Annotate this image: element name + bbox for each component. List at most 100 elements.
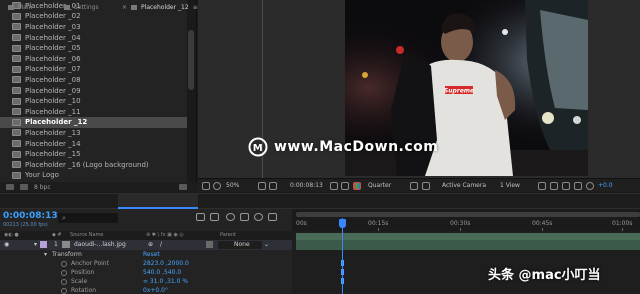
tab-main-label: Main <box>18 4 33 11</box>
project-item[interactable]: Placeholder _03 <box>0 22 187 33</box>
transform-expand-icon[interactable]: ▾ <box>44 251 47 258</box>
interpret-footage-icon[interactable] <box>6 184 14 190</box>
timeline-tab-bar <box>0 193 640 209</box>
snapshot-icon[interactable] <box>330 182 338 190</box>
project-scrollbar[interactable] <box>187 0 196 182</box>
composition-icon <box>12 87 21 95</box>
draft-3d-icon[interactable] <box>210 213 219 221</box>
position-row[interactable]: Position 540.0 ,540.0 <box>0 268 292 277</box>
ruler-tick <box>460 228 461 231</box>
parent-pick-whip-icon[interactable] <box>206 241 213 248</box>
project-item[interactable]: Placeholder _13 <box>0 128 187 139</box>
stopwatch-icon[interactable] <box>61 270 67 276</box>
layer-number: 1 <box>54 241 58 248</box>
chevron-down-icon[interactable]: ⌄ <box>264 241 269 248</box>
layer-label-color[interactable] <box>40 241 47 248</box>
stopwatch-icon[interactable] <box>61 261 67 267</box>
motion-blur-icon[interactable] <box>254 213 263 221</box>
viewer-timecode[interactable]: 0:00:08:13 <box>290 182 323 189</box>
project-item[interactable]: Placeholder _05 <box>0 43 187 54</box>
show-snapshot-icon[interactable] <box>341 182 349 190</box>
timeline-toggle-icon[interactable] <box>562 182 570 190</box>
new-folder-icon[interactable] <box>20 184 28 190</box>
transform-group-row[interactable]: ▾ Transform Reset <box>0 250 292 259</box>
stopwatch-icon[interactable] <box>61 288 67 294</box>
playhead-handle[interactable] <box>339 219 346 228</box>
grid-icon[interactable] <box>269 182 277 190</box>
tab-settings[interactable]: Settings <box>64 4 99 11</box>
resolution-dropdown[interactable]: Quarter <box>368 182 391 189</box>
property-value[interactable]: 2823.0 ,2000.0 <box>143 260 189 267</box>
project-item[interactable]: Placeholder _04 <box>0 32 187 43</box>
rotation-row[interactable]: Rotation 0x+0.0° <box>0 286 292 294</box>
composition-mini-flowchart-icon[interactable] <box>196 213 205 221</box>
trash-icon[interactable] <box>179 184 187 190</box>
property-name: Anchor Point <box>71 260 109 267</box>
scale-row[interactable]: Scale ∞ 31.0 ,31.0 % <box>0 277 292 286</box>
project-item[interactable]: Placeholder _06 <box>0 54 187 65</box>
project-item[interactable]: Placeholder _07 <box>0 64 187 75</box>
work-area-bar[interactable] <box>296 212 640 217</box>
layer-search-input[interactable]: ⌕ <box>58 213 118 223</box>
composition-icon <box>12 129 21 137</box>
label-column-icon: ◆ # <box>52 232 62 238</box>
close-icon[interactable]: × <box>122 4 127 11</box>
project-item[interactable]: Placeholder _09 <box>0 85 187 96</box>
transform-reset-link[interactable]: Reset <box>143 251 160 258</box>
parent-dropdown[interactable]: None <box>234 241 250 248</box>
visibility-icon[interactable]: ◉ <box>4 241 9 248</box>
tab-menu-icon[interactable]: ≡ <box>193 4 198 11</box>
3d-view-icon[interactable] <box>213 182 221 190</box>
project-item[interactable]: Placeholder _12 <box>0 117 187 128</box>
transparency-grid-icon[interactable] <box>422 182 430 190</box>
current-time-indicator[interactable] <box>342 218 343 294</box>
exposure-value[interactable]: +0.0 <box>598 182 613 189</box>
project-scroll-thumb[interactable] <box>188 30 194 90</box>
channel-icon[interactable] <box>353 182 361 190</box>
project-item-label: Placeholder _02 <box>25 12 81 21</box>
stopwatch-icon[interactable] <box>61 279 67 285</box>
project-item[interactable]: Placeholder _14 <box>0 138 187 149</box>
tab-placeholder-12[interactable]: × Placeholder _12 ≡ <box>122 4 198 11</box>
tab-main[interactable]: Main <box>8 4 32 11</box>
views-dropdown[interactable]: 1 View <box>500 182 520 189</box>
layer-name[interactable]: daoudi-...lash.jpg <box>74 241 126 248</box>
watermark-text: www.MacDown.com <box>274 139 439 155</box>
layer-duration-bar[interactable] <box>296 240 640 250</box>
project-item[interactable]: Your Logo <box>0 170 187 181</box>
frame-blending-icon[interactable] <box>240 213 249 221</box>
shy-layers-icon[interactable] <box>226 213 235 221</box>
expand-arrow-icon[interactable]: ▾ <box>34 241 37 248</box>
pick-whip-icon[interactable]: ⊕ <box>148 241 153 248</box>
zoom-dropdown[interactable]: 50% <box>226 182 239 189</box>
ruler-label: 00:45s <box>532 220 553 227</box>
project-item[interactable]: Placeholder _08 <box>0 75 187 86</box>
camera-dropdown[interactable]: Active Camera <box>442 182 486 189</box>
always-preview-icon[interactable] <box>202 182 210 190</box>
region-of-interest-icon[interactable] <box>410 182 418 190</box>
property-value[interactable]: ∞ 31.0 ,31.0 % <box>143 278 188 285</box>
project-item[interactable]: Placeholder _15 <box>0 149 187 160</box>
anchor-point-row[interactable]: Anchor Point 2823.0 ,2000.0 <box>0 259 292 268</box>
fast-previews-icon[interactable] <box>550 182 558 190</box>
toggle-pixel-aspect-icon[interactable] <box>538 182 546 190</box>
quality-switch-icon[interactable]: / <box>160 241 162 248</box>
source-name-header[interactable]: Source Name <box>70 232 104 238</box>
project-item[interactable]: Placeholder _02 <box>0 11 187 22</box>
property-value[interactable]: 540.0 ,540.0 <box>143 269 181 276</box>
safe-margins-icon[interactable] <box>258 182 266 190</box>
timeline-timecode[interactable]: 0:00:08:13 <box>3 211 58 221</box>
project-item-label: Placeholder _16 (Logo background) <box>25 160 149 169</box>
flowchart-icon[interactable] <box>574 182 582 190</box>
exposure-reset-icon[interactable] <box>586 182 594 190</box>
project-item-label: Placeholder _11 <box>25 107 81 116</box>
project-item[interactable]: Placeholder _11 <box>0 107 187 118</box>
composition-icon <box>12 140 21 148</box>
project-item[interactable]: Placeholder _16 (Logo background) <box>0 160 187 171</box>
parent-header[interactable]: Parent <box>220 232 236 238</box>
project-item[interactable]: Placeholder _10 <box>0 96 187 107</box>
property-value[interactable]: 0x+0.0° <box>143 287 168 294</box>
composition-icon <box>8 5 14 10</box>
graph-editor-icon[interactable] <box>268 213 277 221</box>
bpc-button[interactable]: 8 bpc <box>34 184 51 191</box>
